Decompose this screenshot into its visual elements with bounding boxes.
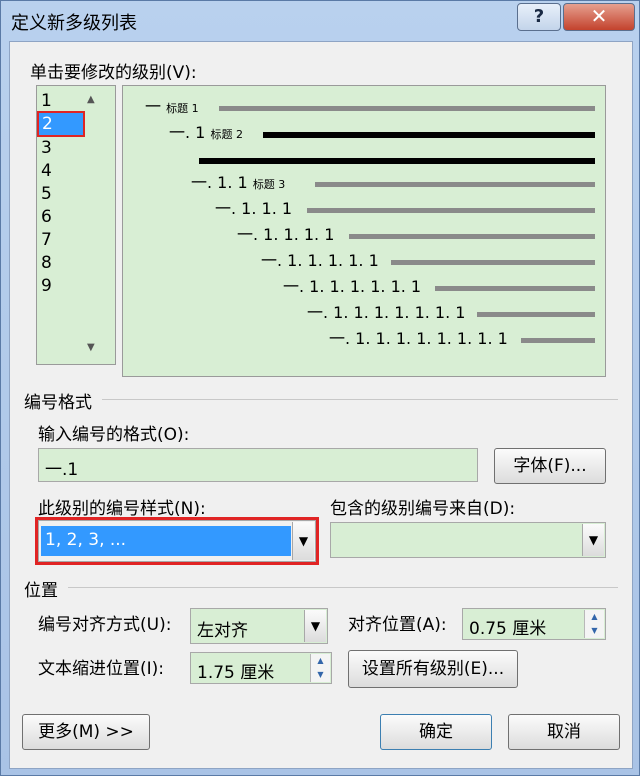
set-all-levels-button[interactable]: 设置所有级别(E)...: [348, 650, 518, 688]
include-level-label: 包含的级别编号来自(D):: [330, 499, 516, 519]
level-item-5[interactable]: 5: [41, 183, 52, 205]
preview-row-9-label: 一. 1. 1. 1. 1. 1. 1. 1. 1: [329, 329, 508, 348]
number-format-group-label: 编号格式: [24, 393, 92, 413]
format-label: 输入编号的格式(O):: [38, 425, 190, 445]
level-item-6[interactable]: 6: [41, 206, 52, 228]
format-input[interactable]: 一.1: [38, 448, 478, 482]
preview-row-4-bar: [307, 208, 595, 213]
include-level-select[interactable]: ▼: [330, 522, 606, 558]
preview-row-2-continuation-bar: [199, 158, 595, 164]
level-item-2-selected[interactable]: 2: [37, 111, 85, 137]
more-button[interactable]: 更多(M) >>: [22, 714, 150, 750]
indent-label: 文本缩进位置(I):: [38, 659, 165, 679]
align-value: 左对齐: [197, 621, 248, 641]
window-title: 定义新多级列表: [11, 13, 137, 34]
preview-row-7-label: 一. 1. 1. 1. 1. 1. 1: [283, 277, 422, 296]
help-button[interactable]: ?: [517, 3, 561, 31]
format-input-value: 一.1: [45, 460, 79, 480]
align-at-value: 0.75 厘米: [469, 619, 547, 639]
preview-row-8-label: 一. 1. 1. 1. 1. 1. 1. 1: [307, 303, 466, 322]
number-style-label: 此级别的编号样式(N):: [38, 499, 206, 519]
align-select[interactable]: 左对齐 ▼: [190, 608, 328, 644]
preview-row-3-label: 一. 1. 1 标题 3: [191, 173, 286, 192]
preview-row-7-bar: [435, 286, 595, 291]
preview-row-8-bar: [477, 312, 595, 317]
chevron-down-icon[interactable]: ▼: [304, 610, 326, 642]
preview-row-1-bar: [219, 106, 595, 111]
indent-spinner[interactable]: 1.75 厘米 ▲ ▼: [190, 652, 332, 684]
align-at-label: 对齐位置(A):: [348, 615, 447, 635]
level-item-7[interactable]: 7: [41, 229, 52, 251]
font-button[interactable]: 字体(F)...: [494, 448, 606, 484]
preview-row-2-label: 一. 1 标题 2: [169, 123, 243, 142]
level-item-3[interactable]: 3: [41, 137, 52, 159]
level-item-1[interactable]: 1: [41, 90, 52, 112]
cancel-button[interactable]: 取消: [508, 714, 620, 750]
ok-button[interactable]: 确定: [380, 714, 492, 750]
preview-pane: 一 标题 1 一. 1 标题 2 一. 1. 1 标题 3 一. 1. 1. 1…: [122, 85, 606, 377]
title-bar[interactable]: 定义新多级列表 ? ✕: [1, 1, 640, 41]
preview-row-6-bar: [391, 260, 595, 265]
preview-row-6-label: 一. 1. 1. 1. 1. 1: [261, 251, 379, 270]
number-style-value: 1, 2, 3, ...: [41, 526, 291, 556]
spin-arrows-icon[interactable]: ▲ ▼: [310, 654, 330, 682]
scroll-up-arrow-icon[interactable]: ▲: [87, 94, 95, 105]
preview-row-4-label: 一. 1. 1. 1: [215, 199, 293, 218]
position-divider: [68, 587, 618, 588]
number-style-select[interactable]: 1, 2, 3, ... ▼: [35, 517, 319, 565]
indent-value: 1.75 厘米: [197, 663, 275, 683]
preview-row-5-bar: [349, 234, 595, 239]
dialog-window: 定义新多级列表 ? ✕ 单击要修改的级别(V): 1 2 3 4 5 6 7 8…: [0, 0, 640, 776]
close-button[interactable]: ✕: [563, 3, 635, 31]
position-group-label: 位置: [24, 581, 58, 601]
preview-row-1-label: 一 标题 1: [145, 97, 199, 116]
levels-label: 单击要修改的级别(V):: [30, 63, 197, 83]
preview-row-3-bar: [315, 182, 595, 187]
preview-row-5-label: 一. 1. 1. 1. 1: [237, 225, 335, 244]
chevron-down-icon[interactable]: ▼: [292, 522, 314, 560]
level-item-4[interactable]: 4: [41, 160, 52, 182]
level-list[interactable]: 1 2 3 4 5 6 7 8 9 ▲ ▼: [36, 85, 116, 365]
level-item-8[interactable]: 8: [41, 252, 52, 274]
level-item-9[interactable]: 9: [41, 275, 52, 297]
spin-arrows-icon[interactable]: ▲ ▼: [584, 610, 604, 638]
dialog-client-area: 单击要修改的级别(V): 1 2 3 4 5 6 7 8 9 ▲ ▼ 一 标题 …: [9, 41, 633, 769]
align-at-spinner[interactable]: 0.75 厘米 ▲ ▼: [462, 608, 606, 640]
chevron-down-icon[interactable]: ▼: [582, 524, 604, 556]
align-label: 编号对齐方式(U):: [38, 615, 172, 635]
number-format-divider: [102, 399, 618, 400]
preview-row-2-bar: [263, 132, 595, 138]
scroll-down-arrow-icon[interactable]: ▼: [87, 342, 95, 353]
preview-row-9-bar: [521, 338, 595, 343]
